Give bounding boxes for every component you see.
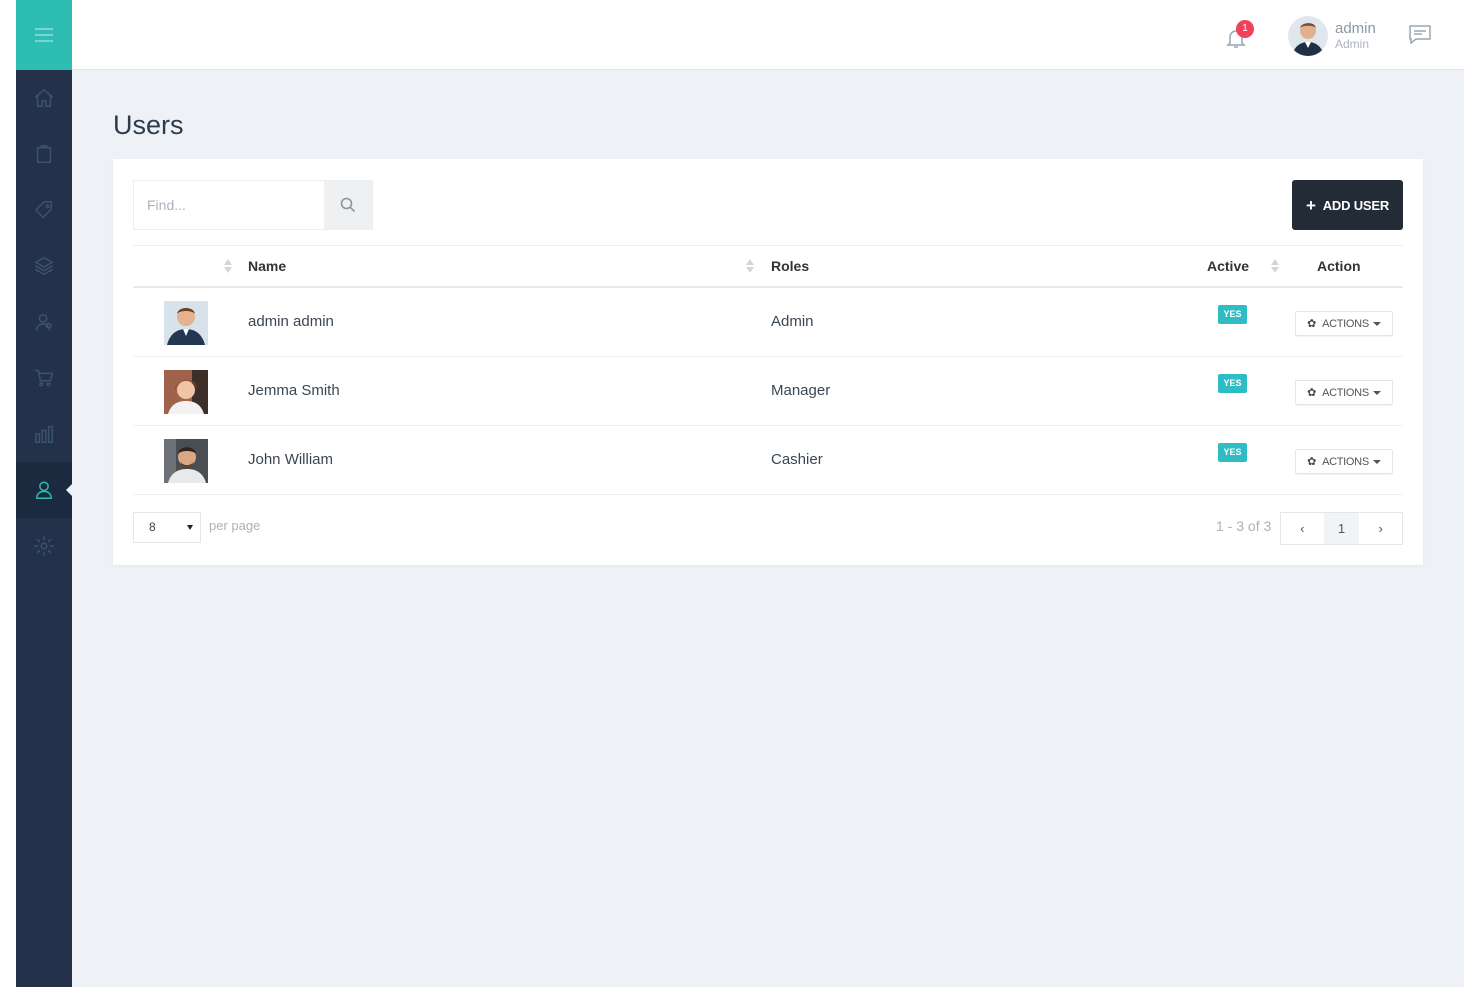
sort-active-icon[interactable]: [1271, 259, 1279, 275]
chat-icon: [1409, 25, 1431, 45]
gear-icon: ✿: [1307, 387, 1317, 399]
column-roles: Roles: [771, 258, 810, 274]
column-action: Action: [1317, 258, 1361, 274]
add-user-label: ADD USER: [1322, 197, 1390, 213]
search-button[interactable]: [324, 181, 372, 229]
page-title: Users: [113, 110, 184, 140]
search-box: [133, 180, 373, 230]
pagination: ‹ 1 ›: [1280, 512, 1403, 545]
user-role-cell: Admin: [771, 313, 814, 330]
user-photo: [164, 301, 208, 345]
notifications-button[interactable]: 1: [1224, 20, 1254, 50]
sidebar-item-home[interactable]: [16, 70, 72, 126]
user-search-icon: [35, 313, 52, 331]
user-role: Admin: [1335, 37, 1370, 51]
sidebar: [16, 0, 73, 987]
cart-icon: [35, 369, 53, 387]
actions-label: ACTIONS: [1322, 317, 1369, 330]
notification-badge: 1: [1236, 20, 1254, 38]
table-row: John William Cashier YES ✿ ACTIONS: [133, 426, 1403, 495]
actions-label: ACTIONS: [1322, 455, 1369, 468]
user-photo: [164, 439, 208, 483]
sort-name-icon[interactable]: [224, 259, 232, 275]
hamburger-icon: [35, 28, 53, 42]
caret-down-icon: [1372, 459, 1381, 464]
bar-chart-icon: [35, 425, 53, 443]
table-header: Name Roles Active Action: [133, 245, 1403, 288]
menu-toggle-button[interactable]: [16, 0, 72, 70]
sidebar-item-reports[interactable]: [16, 406, 72, 462]
search-icon: [340, 197, 356, 213]
per-page-label: per page: [209, 518, 261, 533]
active-badge: YES: [1218, 305, 1247, 324]
per-page-select[interactable]: 8: [133, 512, 201, 543]
pagination-range: 1 - 3 of 3: [1216, 518, 1272, 534]
column-active: Active: [1207, 258, 1250, 274]
users-card: + ADD USER Name Roles Active Action admi…: [113, 159, 1423, 565]
sort-roles-icon[interactable]: [746, 259, 754, 275]
sidebar-item-customers[interactable]: [16, 294, 72, 350]
user-name-cell: Jemma Smith: [248, 382, 340, 399]
user-name: admin: [1335, 20, 1376, 37]
table-row: Jemma Smith Manager YES ✿ ACTIONS: [133, 357, 1403, 426]
gear-icon: ✿: [1307, 318, 1317, 330]
user-photo: [164, 370, 208, 414]
prev-page-button[interactable]: ‹: [1281, 513, 1324, 544]
actions-dropdown[interactable]: ✿ ACTIONS: [1295, 311, 1393, 336]
next-page-button[interactable]: ›: [1359, 513, 1402, 544]
sidebar-item-inventory[interactable]: [16, 238, 72, 294]
clipboard-icon: [36, 145, 52, 163]
sidebar-item-cart[interactable]: [16, 350, 72, 406]
users-table: Name Roles Active Action admin admin Adm…: [133, 245, 1403, 495]
app-shell: 1 admin Admin Users + ADD USER: [16, 0, 1464, 987]
search-input[interactable]: [134, 181, 324, 229]
gear-icon: [34, 536, 54, 556]
column-name: Name: [248, 258, 287, 274]
messages-button[interactable]: [1408, 24, 1432, 51]
table-row: admin admin Admin YES ✿ ACTIONS: [133, 288, 1403, 357]
actions-dropdown[interactable]: ✿ ACTIONS: [1295, 449, 1393, 474]
caret-down-icon: [1372, 390, 1381, 395]
caret-down-icon: [1372, 321, 1381, 326]
user-role-cell: Manager: [771, 382, 831, 399]
user-menu[interactable]: admin Admin: [1288, 14, 1376, 58]
sidebar-item-orders[interactable]: [16, 126, 72, 182]
active-badge: YES: [1218, 443, 1247, 462]
user-name-cell: admin admin: [248, 313, 334, 330]
sidebar-item-settings[interactable]: [16, 518, 72, 574]
user-name-cell: John William: [248, 451, 334, 468]
caret-down-icon: [187, 525, 193, 530]
topbar: 1 admin Admin: [72, 0, 1464, 70]
plus-icon: +: [1305, 195, 1316, 215]
page-1-button[interactable]: 1: [1323, 513, 1360, 544]
sidebar-item-tags[interactable]: [16, 182, 72, 238]
user-role-cell: Cashier: [771, 451, 823, 468]
gear-icon: ✿: [1307, 456, 1317, 468]
user-icon: [35, 481, 53, 499]
layers-icon: [35, 257, 53, 275]
home-icon: [35, 89, 53, 107]
active-badge: YES: [1218, 374, 1247, 393]
per-page-value: 8: [149, 520, 156, 534]
avatar: [1288, 16, 1328, 56]
tag-icon: [35, 201, 53, 219]
actions-label: ACTIONS: [1322, 386, 1369, 399]
add-user-button[interactable]: + ADD USER: [1292, 180, 1403, 230]
sidebar-item-users[interactable]: [16, 462, 73, 518]
actions-dropdown[interactable]: ✿ ACTIONS: [1295, 380, 1393, 405]
